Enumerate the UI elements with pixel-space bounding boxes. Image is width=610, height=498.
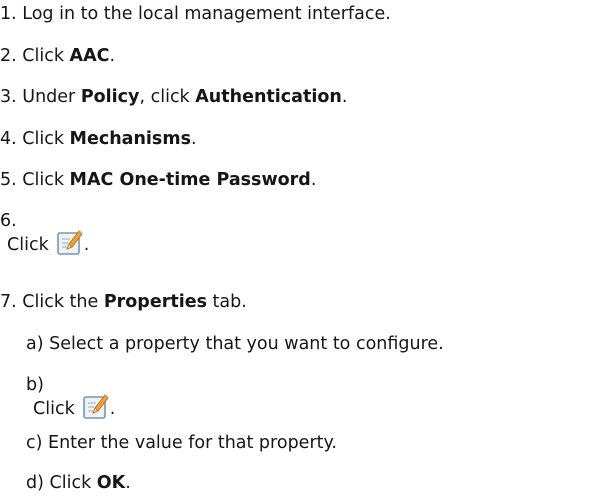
substep-text-prefix: Click [33,399,75,419]
ui-label-policy: Policy [80,87,140,107]
step-5: 5. Click MAC One-time Password. [0,169,316,191]
step-number: 2. [0,46,17,66]
ui-label-mechanisms: Mechanisms [69,129,191,149]
step-4: 4. Click Mechanisms. [0,128,197,150]
substep-d: d) Click OK. [26,472,131,494]
ui-label-mac-otp: MAC One-time Password [69,170,311,190]
step-text: Log in to the local management interface… [22,4,391,24]
edit-icon [82,392,110,420]
substep-text: Select a property that you want to confi… [49,334,444,354]
substep-letter: a) [26,334,44,354]
substep-text: Enter the value for that property. [48,433,337,453]
ui-label-properties: Properties [103,292,207,312]
step-text-prefix: Click [22,46,70,66]
substep-letter: c) [26,433,43,453]
step-1: 1. Log in to the local management interf… [0,3,391,25]
step-text-suffix: tab. [206,292,247,312]
substep-body: Click . [33,392,115,420]
procedure-steps: 1. Log in to the local management interf… [0,0,610,498]
step-text-prefix: Click [22,129,70,149]
step-text-suffix: . [83,235,90,255]
step-text-middle: , click [139,87,196,107]
step-2: 2. Click AAC. [0,45,115,67]
step-text-suffix: . [109,46,116,66]
step-body: Click . [7,228,89,256]
ui-label-ok: OK [96,473,126,493]
step-3: 3. Under Policy, click Authentication. [0,86,347,108]
substep-text-prefix: Click [49,473,97,493]
substep-a: a) Select a property that you want to co… [26,333,444,355]
step-6: 6. Click . [0,210,200,274]
step-number: 4. [0,129,17,149]
step-text-prefix: Click [7,235,49,255]
step-text-suffix: . [310,170,317,190]
step-text-prefix: Click [22,170,70,190]
ui-label-aac: AAC [69,46,110,66]
step-text-prefix: Click the [22,292,104,312]
step-number: 7. [0,292,17,312]
substep-text-suffix: . [125,473,131,493]
step-number: 1. [0,4,17,24]
substep-letter: d) [26,473,44,493]
step-text-prefix: Under [22,87,81,107]
step-text-suffix: . [191,129,197,149]
ui-label-authentication: Authentication [195,87,342,107]
substep-b: b) Click . [26,374,226,438]
substep-text-suffix: . [109,399,116,419]
edit-icon [56,228,84,256]
substep-c: c) Enter the value for that property. [26,432,337,454]
step-number: 5. [0,170,17,190]
step-text-suffix: . [341,87,348,107]
step-number: 3. [0,87,17,107]
step-7: 7. Click the Properties tab. [0,291,247,313]
